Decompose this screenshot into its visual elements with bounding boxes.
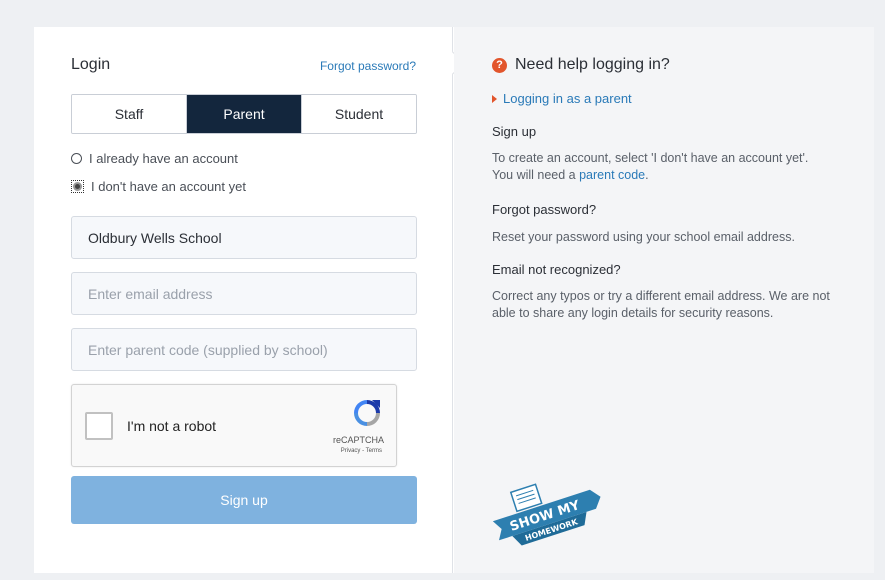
signup-body: To create an account, select 'I don't ha…: [492, 150, 832, 184]
show-my-homework-logo: SHOW MY HOMEWORK: [492, 483, 601, 546]
caret-right-icon: [492, 94, 497, 103]
role-tabs: Staff Parent Student: [71, 94, 417, 134]
recaptcha-icon: [354, 400, 380, 426]
signup-body-end: .: [645, 168, 649, 182]
help-panel: ? Need help logging in? Logging in as a …: [454, 27, 874, 573]
radio-new-account[interactable]: I don't have an account yet: [71, 179, 246, 194]
recaptcha-checkbox[interactable]: [85, 412, 113, 440]
recaptcha-terms[interactable]: Privacy - Terms: [341, 448, 382, 454]
login-panel: Login Forgot password? Staff Parent Stud…: [34, 27, 453, 573]
tab-student[interactable]: Student: [301, 95, 416, 133]
email-field[interactable]: [71, 272, 417, 315]
signup-button[interactable]: Sign up: [71, 476, 417, 524]
email-not-recognized-heading: Email not recognized?: [492, 262, 621, 277]
help-link-label: Logging in as a parent: [503, 91, 632, 106]
help-title: ? Need help logging in?: [492, 56, 670, 74]
recaptcha-widget: I'm not a robot reCAPTCHA Privacy - Term…: [71, 384, 397, 467]
tab-parent[interactable]: Parent: [186, 95, 301, 133]
signup-heading: Sign up: [492, 124, 537, 139]
login-title: Login: [71, 56, 111, 73]
question-icon: ?: [492, 57, 507, 73]
radio-unchecked-icon[interactable]: [71, 153, 82, 164]
tab-staff[interactable]: Staff: [72, 95, 186, 133]
recaptcha-label: I'm not a robot: [127, 418, 217, 434]
parent-code-field[interactable]: [71, 328, 417, 371]
radio-existing-account[interactable]: I already have an account: [71, 151, 238, 166]
forgot-password-link[interactable]: Forgot password?: [320, 59, 416, 73]
logging-in-parent-link[interactable]: Logging in as a parent: [492, 91, 632, 106]
radio-existing-label: I already have an account: [89, 151, 238, 166]
parent-code-link[interactable]: parent code: [579, 168, 645, 182]
radio-checked-icon[interactable]: [71, 180, 84, 193]
login-card: Login Forgot password? Staff Parent Stud…: [34, 27, 874, 573]
email-not-recognized-body: Correct any typos or try a different ema…: [492, 289, 830, 320]
radio-new-label: I don't have an account yet: [91, 179, 246, 194]
recaptcha-brand: reCAPTCHA: [332, 435, 384, 445]
school-field[interactable]: [71, 216, 417, 259]
help-title-text: Need help logging in?: [515, 56, 670, 73]
signup-body-text: To create an account, select 'I don't ha…: [492, 151, 809, 182]
forgot-password-heading: Forgot password?: [492, 202, 597, 217]
forgot-password-body: Reset your password using your school em…: [492, 230, 795, 244]
